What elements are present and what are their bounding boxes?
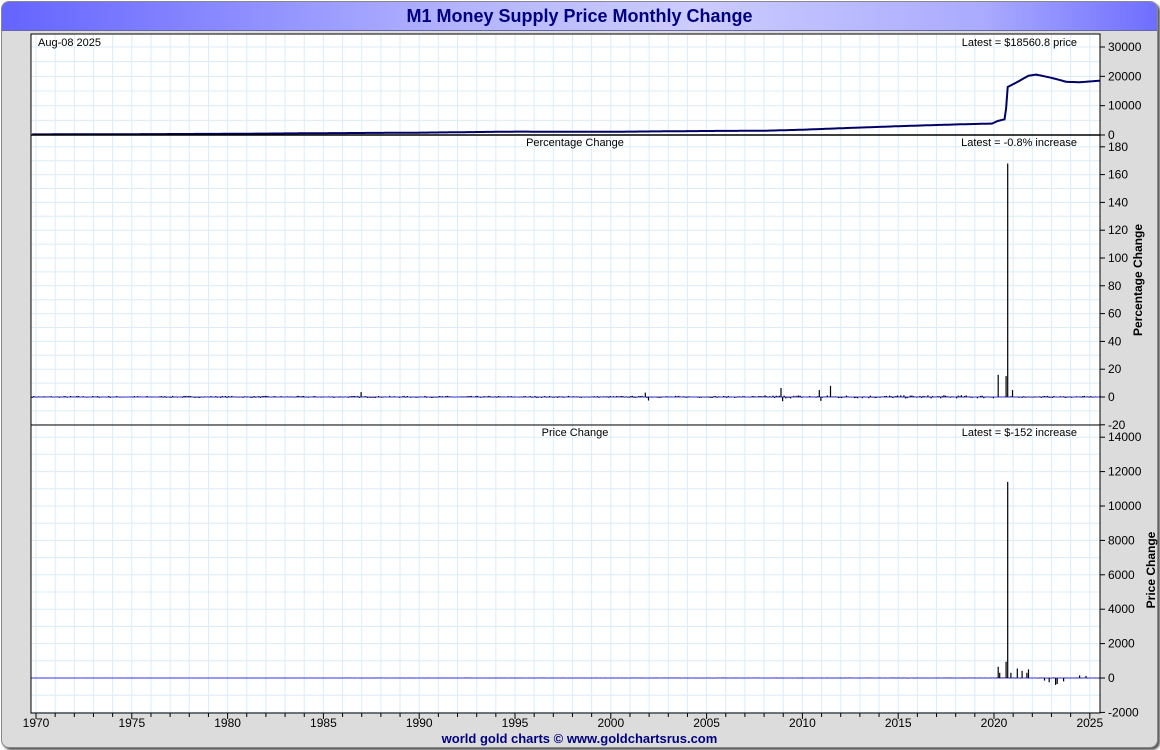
x-tick-label: 2025 xyxy=(1076,716,1103,730)
y-tick-label: 100 xyxy=(1108,251,1128,265)
x-tick-label: 1970 xyxy=(23,716,50,730)
x-tick-label: 1975 xyxy=(118,716,145,730)
latest-price-change-label: Latest = $-152 increase xyxy=(962,427,1077,439)
x-tick-label: 2005 xyxy=(693,716,720,730)
y-tick-label: 14000 xyxy=(1108,430,1142,444)
y-tick-label: 140 xyxy=(1108,195,1128,209)
y-tick-label: 60 xyxy=(1108,307,1122,321)
y-tick-label: 80 xyxy=(1108,279,1122,293)
y-tick-label: 12000 xyxy=(1108,465,1142,479)
y-tick-label: 8000 xyxy=(1108,533,1135,547)
percent-panel-title: Percentage Change xyxy=(526,137,624,149)
y-tick-label: 40 xyxy=(1108,334,1122,348)
y-tick-label: 180 xyxy=(1108,140,1128,154)
y-tick-label: 10000 xyxy=(1108,99,1142,113)
y-tick-label: 6000 xyxy=(1108,568,1135,582)
y-tick-label: 2000 xyxy=(1108,637,1135,651)
y-tick-label: 4000 xyxy=(1108,602,1135,616)
y-tick-label: 10000 xyxy=(1108,499,1142,513)
x-tick-label: 1980 xyxy=(214,716,241,730)
y-tick-label: 160 xyxy=(1108,168,1128,182)
latest-percent-label: Latest = -0.8% increase xyxy=(961,137,1077,149)
x-tick-label: 1985 xyxy=(310,716,337,730)
x-tick-label: 1990 xyxy=(406,716,433,730)
chart-svg: 0100002000030000-20020406080100120140160… xyxy=(23,33,1158,730)
price-change-axis-label: Price Change xyxy=(1144,531,1158,608)
y-tick-label: -2000 xyxy=(1108,705,1139,719)
plot-background xyxy=(31,34,1100,713)
price-change-panel-title: Price Change xyxy=(542,427,609,439)
y-tick-label: 30000 xyxy=(1108,40,1142,54)
x-tick-label: 1995 xyxy=(502,716,529,730)
y-tick-label: 20000 xyxy=(1108,69,1142,83)
percent-axis-label: Percentage Change xyxy=(1131,224,1145,336)
x-tick-label: 2000 xyxy=(597,716,624,730)
date-label: Aug-08 2025 xyxy=(38,37,101,49)
latest-price-label: Latest = $18560.8 price xyxy=(962,37,1077,49)
x-tick-label: 2020 xyxy=(981,716,1008,730)
y-tick-label: 20 xyxy=(1108,362,1122,376)
y-tick-label: 0 xyxy=(1108,390,1115,404)
y-tick-label: 0 xyxy=(1108,671,1115,685)
y-tick-label: 120 xyxy=(1108,223,1128,237)
x-tick-label: 2010 xyxy=(789,716,816,730)
x-tick-label: 2015 xyxy=(885,716,912,730)
